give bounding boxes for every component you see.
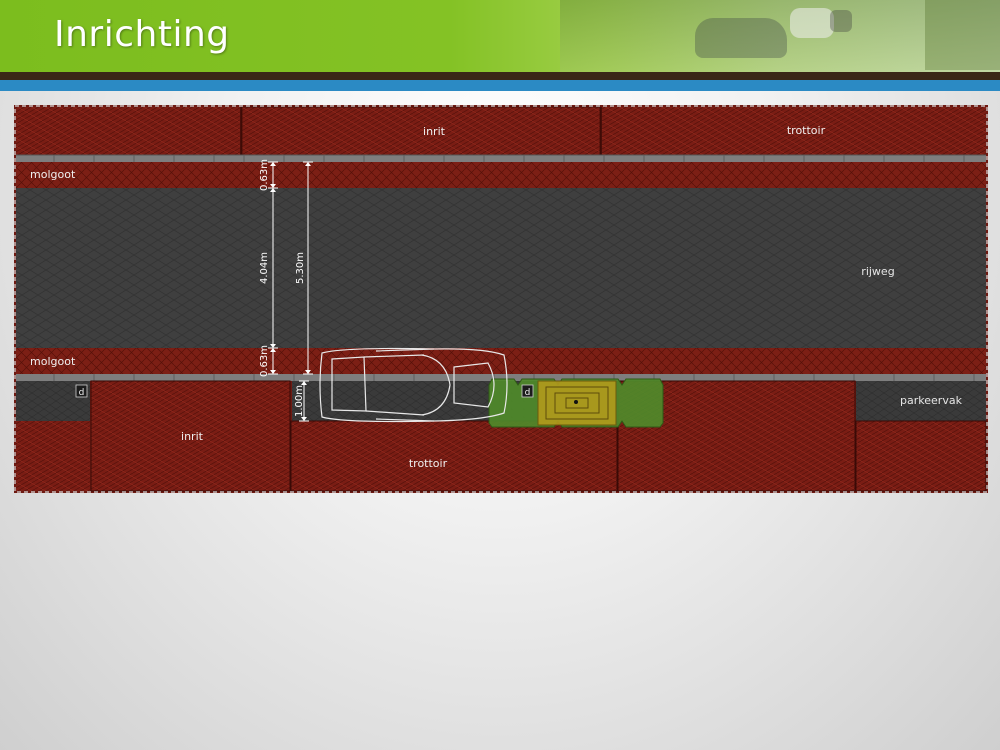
curb-top [16,155,986,162]
sidewalk-bottom-left [16,421,90,491]
drain-label: d [79,388,85,398]
slide-header: Inrichting [0,0,1000,72]
label-parkeervak: parkeervak [900,394,963,407]
label-molgoot-bottom: molgoot [30,355,76,368]
dimension-label-063-bottom: 0.63m [259,345,270,377]
sidewalk-bottom-middle [290,420,618,492]
header-divider-blue [0,80,1000,91]
header-photo-tree [925,0,1000,70]
label-rijweg: rijweg [861,265,894,278]
street-plan-drawing: inrit trottoir molgoot rijweg molgoot pa… [14,105,988,493]
dimension-label-404: 4.04m [259,252,270,284]
driveway-top [241,106,601,156]
dimension-label-100: 1.00m [294,385,305,417]
dimension-label-063-top: 0.63m [259,159,270,191]
sidewalk-bottom-far-right [855,420,987,492]
sidewalk-top-left [16,107,240,155]
tree-trunk-icon [574,400,578,404]
roadway [16,188,986,348]
header-photo-car [830,10,852,32]
gutter-top [16,162,986,188]
label-trottoir-bottom: trottoir [409,457,448,470]
street-plan: inrit trottoir molgoot rijweg molgoot pa… [14,105,988,493]
slide-title: Inrichting [54,14,230,55]
drain-label: d [525,388,531,398]
label-inrit-top: inrit [423,125,446,138]
label-molgoot-top: molgoot [30,168,76,181]
dimension-label-530: 5.30m [295,252,306,284]
label-inrit-bottom: inrit [181,430,204,443]
header-photo-car [695,18,787,58]
header-divider-brown [0,72,1000,80]
label-trottoir-top: trottoir [787,124,826,137]
gutter-bottom [16,348,986,374]
header-photo-car [790,8,834,38]
